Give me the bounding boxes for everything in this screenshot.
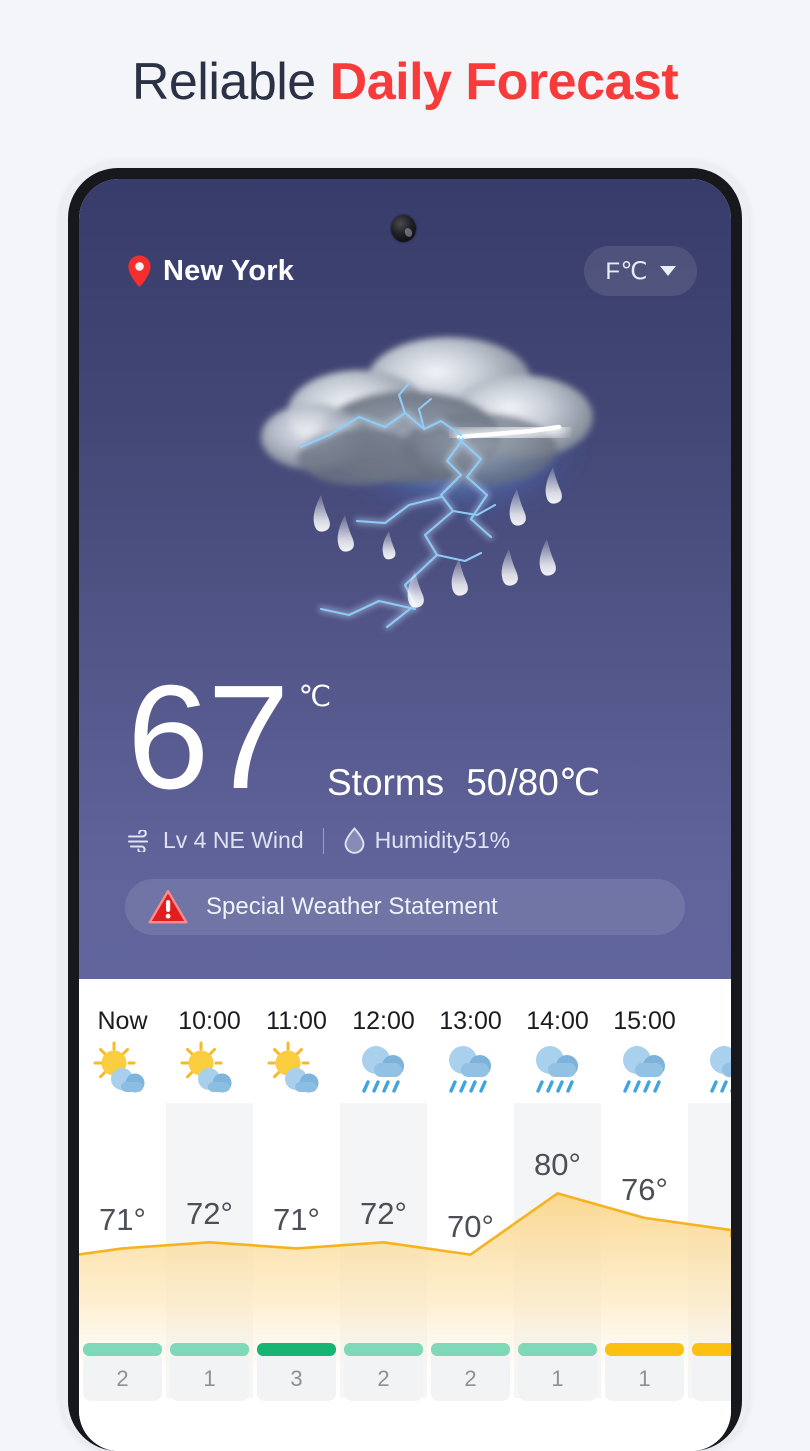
hour-time-label: 11:00 [266, 1007, 327, 1035]
cloud-with-rain-icon [709, 1046, 731, 1093]
temperature-range-label: 50/80℃ [466, 762, 601, 803]
hourly-column[interactable]: 13:00 70° 2 [427, 979, 514, 1451]
app-topbar: New York F℃ [79, 243, 731, 299]
hour-temperature-label: 71° [273, 1202, 320, 1238]
air-quality-bar [344, 1343, 423, 1356]
cloud-with-rain-icon [439, 1041, 503, 1099]
current-weather-panel: New York F℃ 67 ℃ Storms 50/80℃ Lv 4 NE W… [79, 179, 731, 979]
air-quality-cell: 2 [83, 1343, 162, 1401]
phone-mockup: New York F℃ 67 ℃ Storms 50/80℃ Lv 4 NE W… [61, 161, 749, 1451]
wind-detail: Lv 4 NE Wind [127, 827, 304, 854]
sun-behind-cloud-icon [93, 1041, 144, 1093]
cloud-with-rain-icon [622, 1046, 665, 1093]
location-selector[interactable]: New York [127, 255, 294, 288]
air-quality-bar [518, 1343, 597, 1356]
sun-behind-cloud-icon [267, 1041, 318, 1093]
air-quality-cell: 1 [605, 1343, 684, 1401]
front-camera-icon [391, 215, 416, 242]
air-quality-bar [257, 1343, 336, 1356]
hour-time-label: 15:00 [613, 1007, 676, 1035]
hourly-columns: Now 71° 2 10:00 72° 1 11:00 71° 3 12:00 … [79, 979, 731, 1451]
air-quality-bar [170, 1343, 249, 1356]
hour-time-label: 12:00 [352, 1007, 415, 1035]
phone-bezel: New York F℃ 67 ℃ Storms 50/80℃ Lv 4 NE W… [68, 168, 742, 1451]
air-quality-value: 1 [605, 1356, 684, 1401]
humidity-droplet-icon [344, 827, 365, 854]
current-condition-label: Storms [327, 762, 445, 803]
hourly-column[interactable] [688, 979, 731, 1451]
page-title-accent: Daily Forecast [329, 53, 679, 111]
cloud-with-rain-icon [526, 1041, 590, 1099]
air-quality-value: 2 [83, 1356, 162, 1401]
wind-label: Lv 4 NE Wind [163, 827, 304, 853]
air-quality-cell: 2 [431, 1343, 510, 1401]
humidity-label: Humidity51% [374, 827, 511, 853]
cloud-with-rain-icon [535, 1046, 578, 1093]
thunderstorm-illustration [261, 337, 593, 630]
detail-divider [322, 827, 324, 854]
hourly-column[interactable]: 12:00 72° 2 [340, 979, 427, 1451]
cloud-with-rain-icon [700, 1041, 731, 1099]
air-quality-value: 2 [344, 1356, 423, 1401]
current-temperature-block: 67 ℃ Storms 50/80℃ [127, 655, 707, 820]
air-quality-cell [692, 1343, 731, 1401]
temperature-unit-label: F℃ [605, 257, 648, 285]
page-title-plain: Reliable [131, 53, 330, 111]
air-quality-value: 3 [257, 1356, 336, 1401]
cloud-with-rain-icon [352, 1041, 416, 1099]
sun-behind-cloud-icon [178, 1041, 242, 1099]
air-quality-cell: 2 [344, 1343, 423, 1401]
hourly-column[interactable]: Now 71° 2 [79, 979, 166, 1451]
phone-screen: New York F℃ 67 ℃ Storms 50/80℃ Lv 4 NE W… [79, 179, 731, 1451]
air-quality-value: 2 [431, 1356, 510, 1401]
weather-details-row: Lv 4 NE Wind Humidity51% [127, 827, 510, 854]
city-name: New York [163, 254, 295, 287]
special-weather-statement-text: Special Weather Statement [206, 893, 498, 920]
hour-time-label: 10:00 [178, 1007, 241, 1035]
hour-temperature-label: 80° [534, 1147, 581, 1183]
hour-temperature-label: 70° [447, 1208, 494, 1244]
air-quality-value: 1 [518, 1356, 597, 1401]
hourly-column[interactable]: 14:00 80° 1 [514, 979, 601, 1451]
air-quality-bar [83, 1343, 162, 1356]
page-title: Reliable Daily Forecast [0, 52, 810, 112]
hourly-column[interactable]: 10:00 72° 1 [166, 979, 253, 1451]
air-quality-cell: 3 [257, 1343, 336, 1401]
cloud-with-rain-icon [448, 1046, 491, 1093]
air-quality-cell: 1 [170, 1343, 249, 1401]
hour-temperature-label: 72° [360, 1196, 407, 1232]
hourly-column[interactable]: 15:00 76° 1 [601, 979, 688, 1451]
hour-time-label: 13:00 [439, 1007, 502, 1035]
hourly-forecast-section[interactable]: Now 71° 2 10:00 72° 1 11:00 71° 3 12:00 … [79, 979, 731, 1451]
air-quality-cell: 1 [518, 1343, 597, 1401]
air-quality-bar [431, 1343, 510, 1356]
hour-temperature-label: 72° [186, 1196, 233, 1232]
hour-temperature-label: 76° [621, 1171, 668, 1207]
location-pin-icon [128, 255, 151, 287]
sun-behind-cloud-icon [91, 1041, 155, 1099]
air-quality-bar [692, 1343, 731, 1356]
warning-triangle-icon [148, 890, 188, 924]
air-quality-bar [605, 1343, 684, 1356]
cloud-with-rain-icon [613, 1041, 677, 1099]
special-weather-statement-banner[interactable]: Special Weather Statement [125, 879, 685, 935]
hour-time-label: Now [97, 1007, 148, 1035]
air-quality-value [692, 1356, 731, 1401]
hourly-column[interactable]: 11:00 71° 3 [253, 979, 340, 1451]
sun-behind-cloud-icon [265, 1041, 329, 1099]
wind-icon [127, 829, 149, 852]
hour-time-label: 14:00 [526, 1007, 589, 1035]
temperature-unit-toggle[interactable]: F℃ [584, 246, 697, 296]
cloud-with-rain-icon [361, 1046, 404, 1093]
humidity-detail: Humidity51% [343, 827, 511, 854]
air-quality-value: 1 [170, 1356, 249, 1401]
chevron-down-icon [660, 266, 676, 276]
sun-behind-cloud-icon [180, 1041, 231, 1093]
hour-temperature-label: 71° [99, 1202, 146, 1238]
current-temperature-unit: ℃ [298, 681, 332, 713]
current-temperature-value: 67 [127, 655, 290, 820]
